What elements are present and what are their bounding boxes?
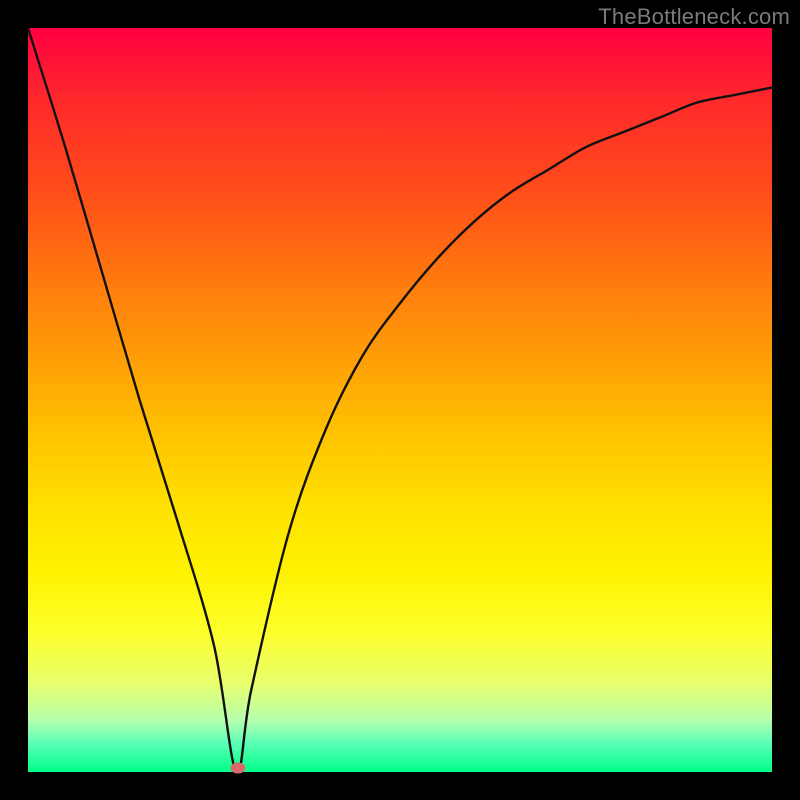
optimum-marker	[230, 762, 245, 773]
chart-frame: TheBottleneck.com	[0, 0, 800, 800]
watermark-text: TheBottleneck.com	[598, 4, 790, 30]
curve-svg	[28, 28, 772, 772]
plot-area	[28, 28, 772, 772]
curve-line	[28, 28, 772, 772]
